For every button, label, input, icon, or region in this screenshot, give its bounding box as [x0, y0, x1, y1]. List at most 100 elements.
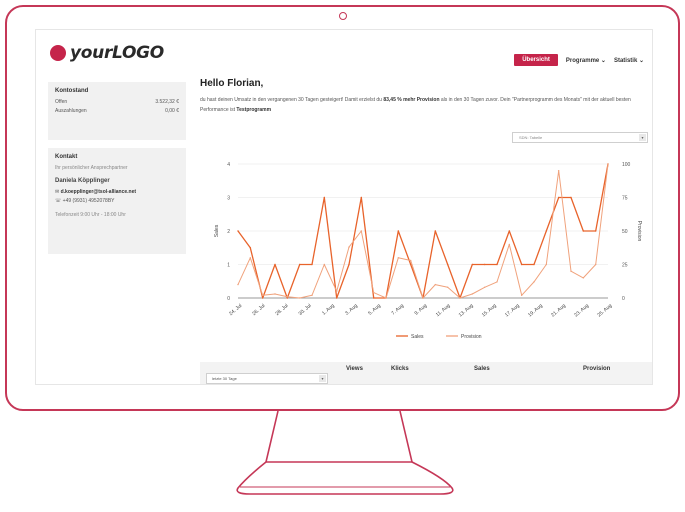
y-tick-label: 0 [227, 296, 230, 302]
data-point-provision [261, 294, 264, 297]
account-row-label: Offen [55, 99, 68, 105]
top-nav: Übersicht Programme ⌄ Statistik ⌄ [514, 54, 644, 66]
logo-dot-icon [50, 45, 66, 61]
y-tick-label: 1 [227, 263, 230, 269]
data-point-provision [496, 281, 498, 283]
account-title: Kontostand [55, 88, 89, 94]
data-point-provision [348, 246, 350, 248]
sales-provision-chart: 0 1 2 3 4 0 25 50 75 100 Sales Provision 24. Jul 26. … [214, 162, 642, 340]
data-point-sales [409, 263, 412, 266]
x-tick-label: 23. Aug [573, 303, 590, 319]
contact-box: Kontakt Ihr persönlicher Ansprechpartner… [48, 148, 186, 254]
nav-item-programme[interactable]: Programme ⌄ [566, 57, 606, 64]
intro-text: du hast deinen Umsatz in den vergangenen… [200, 95, 640, 115]
y-right-tick-label: 75 [622, 196, 628, 202]
period-select[interactable]: letzte 30 Tage ▾ [206, 373, 328, 384]
y-right-tick-label: 0 [622, 296, 625, 302]
data-point-sales [520, 263, 523, 266]
data-point-sales [286, 297, 289, 299]
data-point-provision [360, 230, 363, 232]
data-point-provision [533, 281, 535, 283]
account-balance-box: Kontostand Offen 3.522,32 € Auszahlungen… [48, 82, 186, 140]
data-point-provision [335, 290, 338, 292]
data-point-sales [298, 263, 301, 266]
chart-range-select[interactable]: SDN: Tabelle ▾ [512, 132, 648, 143]
contact-title: Kontakt [55, 154, 78, 160]
data-point-provision [409, 259, 412, 262]
data-point-sales [335, 297, 338, 299]
data-point-sales [274, 263, 276, 266]
intro-prefix: du hast deinen Umsatz in den vergangenen… [200, 97, 384, 103]
x-tick-label: 5. Aug [367, 303, 382, 317]
table-header-sales[interactable]: Sales [474, 366, 490, 372]
table-header-provision[interactable]: Provision [583, 366, 610, 372]
contact-subtitle: Ihr persönlicher Ansprechpartner [55, 165, 128, 171]
data-point-sales [446, 263, 449, 266]
table-header-klicks[interactable]: Klicks [391, 366, 409, 372]
chevron-down-icon: ▾ [639, 134, 646, 141]
data-point-provision [397, 257, 400, 259]
x-tick-label: 25. Aug [596, 303, 613, 319]
x-tick-label: 13. Aug [458, 303, 475, 319]
nav-item-overview[interactable]: Übersicht [514, 54, 558, 66]
data-point-provision [372, 291, 375, 294]
data-point-sales [508, 230, 511, 232]
data-point-provision [508, 243, 511, 246]
account-row-open: Offen 3.522,32 € [55, 98, 179, 107]
data-point-sales [323, 196, 326, 199]
data-point-sales [397, 230, 400, 232]
data-point-provision [249, 257, 252, 259]
x-tick-label: 11. Aug [435, 303, 452, 318]
data-point-sales [471, 263, 474, 266]
y-tick-label: 3 [227, 196, 230, 202]
y-right-tick-label: 25 [622, 263, 628, 269]
data-point-sales [372, 297, 375, 299]
x-tick-label: 15. Aug [481, 303, 498, 319]
y-tick-label: 2 [227, 229, 230, 235]
data-point-sales [434, 230, 437, 232]
data-point-sales [311, 263, 313, 266]
data-point-provision [557, 170, 560, 172]
data-point-provision [483, 286, 486, 288]
data-point-provision [471, 293, 474, 295]
y-right-axis-label: Provision [636, 221, 642, 242]
x-tick-label: 9. Aug [414, 303, 429, 317]
phone-icon: ☏ [55, 198, 62, 204]
data-point-provision [286, 295, 289, 298]
x-tick-label: 30. Jul [298, 303, 313, 317]
contact-email-link[interactable]: d.koepplinger@tsol-alliance.net [61, 189, 136, 195]
app-screen: yourLOGO Übersicht Programme ⌄ Statistik… [35, 29, 653, 385]
table-header-views[interactable]: Views [346, 366, 363, 372]
data-point-provision [323, 263, 326, 266]
account-row-value: 0,00 € [165, 108, 179, 114]
data-point-sales [496, 263, 498, 266]
account-row-value: 3.522,32 € [155, 99, 179, 105]
intro-highlight-program[interactable]: Testprogramm [236, 107, 271, 113]
logo[interactable]: yourLOGO [50, 43, 164, 63]
data-point-provision [570, 270, 572, 272]
y-right-tick-label: 50 [622, 229, 628, 235]
contact-email-row: ✉ d.koepplinger@tsol-alliance.net [55, 188, 179, 197]
data-point-provision [594, 263, 597, 266]
account-row-payout: Auszahlungen 0,00 € [55, 107, 179, 116]
data-point-provision [446, 286, 449, 288]
period-select-value: letzte 30 Tage [212, 376, 237, 381]
data-point-provision [607, 163, 609, 165]
y-right-tick-label: 100 [622, 162, 631, 168]
nav-item-statistik[interactable]: Statistik ⌄ [614, 57, 644, 64]
legend-label: Provision [461, 334, 482, 340]
data-point-provision [434, 283, 437, 286]
x-tick-label: 3. Aug [344, 303, 359, 317]
x-tick-label: 1. Aug [321, 303, 336, 317]
data-point-provision [311, 294, 313, 297]
data-point-provision [520, 294, 523, 297]
data-point-sales [582, 230, 585, 232]
data-point-provision [274, 293, 276, 295]
x-tick-label: 19. Aug [527, 303, 544, 319]
y-tick-label: 4 [227, 162, 230, 168]
data-point-sales [545, 230, 548, 232]
data-point-sales [570, 196, 572, 199]
mail-icon: ✉ [55, 189, 60, 195]
data-point-sales [557, 196, 560, 199]
data-point-sales [483, 263, 486, 266]
